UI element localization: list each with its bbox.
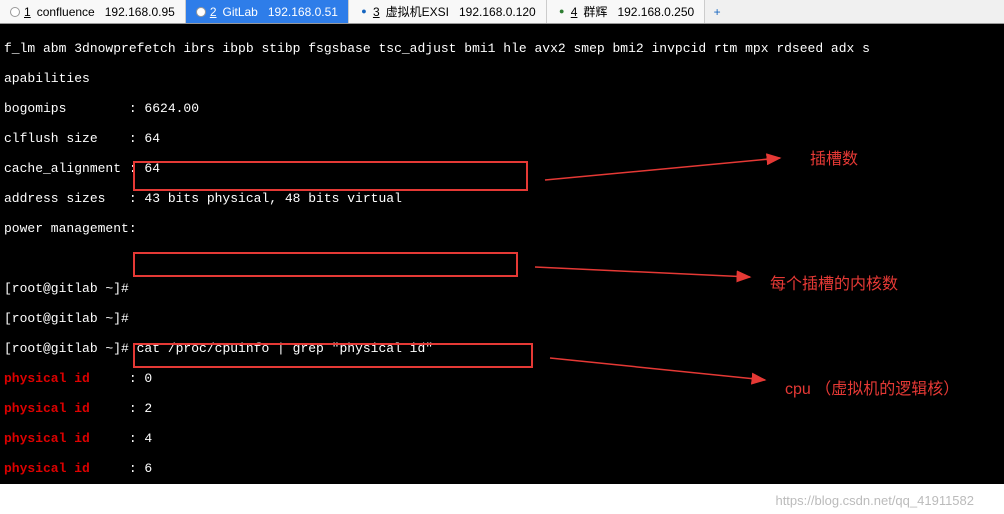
tab-synology[interactable]: ● 4 群辉 192.168.0.250: [547, 0, 705, 23]
tab-label: GitLab: [223, 5, 258, 19]
cpu-flags-line: f_lm abm 3dnowprefetch ibrs ibpb stibp f…: [4, 41, 1000, 56]
status-icon: ●: [359, 7, 369, 17]
tab-label: confluence: [37, 5, 95, 19]
status-icon: ●: [557, 7, 567, 17]
tab-ip: 192.168.0.95: [105, 5, 175, 19]
apabilities-line: apabilities: [4, 71, 1000, 86]
tab-confluence[interactable]: 1 confluence 192.168.0.95: [0, 0, 186, 23]
physid-row: physical id : 6: [4, 461, 1000, 476]
tab-exsi[interactable]: ● 3 虚拟机EXSI 192.168.0.120: [349, 0, 547, 23]
tab-gitlab[interactable]: 2 GitLab 192.168.0.51: [186, 0, 349, 23]
status-icon: [196, 7, 206, 17]
physid-row: physical id : 2: [4, 401, 1000, 416]
status-icon: [10, 7, 20, 17]
tab-label: 虚拟机EXSI: [386, 3, 449, 20]
bogomips-line: bogomips : 6624.00: [4, 101, 1000, 116]
terminal-output[interactable]: f_lm abm 3dnowprefetch ibrs ibpb stibp f…: [0, 24, 1004, 484]
tab-num: 3: [373, 5, 380, 19]
tab-label: 群辉: [583, 3, 607, 20]
watermark: https://blog.csdn.net/qq_41911582: [775, 493, 974, 508]
tab-bar: 1 confluence 192.168.0.95 2 GitLab 192.1…: [0, 0, 1004, 24]
power-mgmt-line: power management:: [4, 221, 1000, 236]
physid-row: physical id : 4: [4, 431, 1000, 446]
tab-ip: 192.168.0.250: [617, 5, 694, 19]
tab-num: 2: [210, 5, 217, 19]
annotation-cpu: cpu （虚拟机的逻辑核）: [785, 375, 959, 399]
annotation-cores: 每个插槽的内核数: [770, 270, 898, 294]
clflush-line: clflush size : 64: [4, 131, 1000, 146]
addr-sizes-line: address sizes : 43 bits physical, 48 bit…: [4, 191, 1000, 206]
add-tab-button[interactable]: +: [705, 0, 729, 23]
cmd1-line: [root@gitlab ~]# cat /proc/cpuinfo | gre…: [4, 341, 1000, 356]
tab-ip: 192.168.0.51: [268, 5, 338, 19]
tab-num: 1: [24, 5, 31, 19]
blank-line: [4, 251, 1000, 266]
prompt-line: [root@gitlab ~]#: [4, 311, 1000, 326]
tab-num: 4: [571, 5, 578, 19]
annotation-slots: 插槽数: [810, 145, 858, 169]
tab-ip: 192.168.0.120: [459, 5, 536, 19]
